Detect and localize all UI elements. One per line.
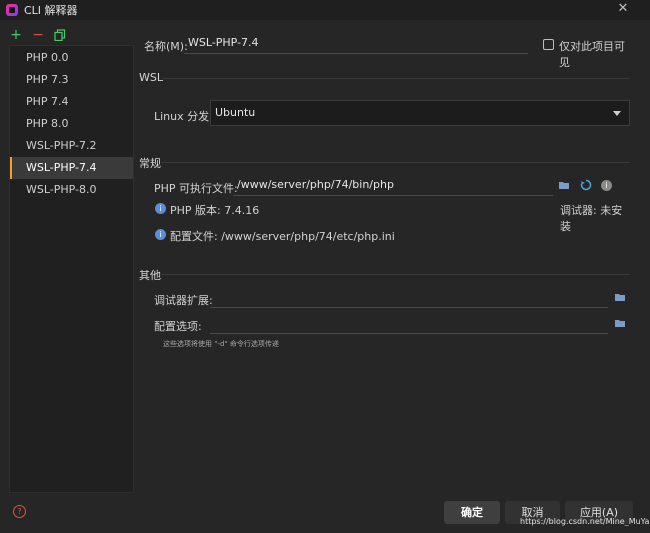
php-version-text: PHP 版本: 7.4.16 <box>170 204 260 217</box>
php-executable-input[interactable]: /www/server/php/74/bin/php <box>233 176 553 196</box>
php-executable-label: PHP 可执行文件: <box>154 182 238 195</box>
name-input[interactable]: WSL-PHP-7.4 <box>184 34 528 54</box>
debugger-extension-label: 调试器扩展: <box>154 294 213 307</box>
config-file-text: 配置文件: /www/server/php/74/etc/php.ini <box>170 230 395 243</box>
distro-select[interactable]: Ubuntu <box>210 100 630 126</box>
folder-icon[interactable] <box>614 317 626 329</box>
config-options-input[interactable] <box>210 314 608 334</box>
interpreter-settings-form: 名称(M): WSL-PHP-7.4 仅对此项目可见 WSL Linux 分发:… <box>138 30 630 500</box>
chevron-down-icon <box>613 111 621 116</box>
interpreter-item[interactable]: WSL-PHP-7.2 <box>10 135 133 157</box>
name-label: 名称(M): <box>144 40 188 53</box>
config-options-label: 配置选项: <box>154 320 202 333</box>
distro-label: Linux 分发: <box>154 110 213 123</box>
dialog-title: CLI 解释器 <box>24 4 78 17</box>
other-section-divider <box>162 274 630 275</box>
info-icon: i <box>155 203 166 214</box>
watermark-text: https://blog.csdn.net/Mine_MuYan <box>520 517 650 526</box>
interpreter-item[interactable]: WSL-PHP-8.0 <box>10 179 133 201</box>
title-bar: CLI 解释器 ✕ <box>0 0 650 20</box>
refresh-icon[interactable] <box>580 179 592 191</box>
wsl-section-title: WSL <box>139 71 163 84</box>
interpreter-item[interactable]: WSL-PHP-7.4 <box>10 157 133 179</box>
interpreter-toolbar: + − <box>10 26 66 44</box>
debugger-status-text: 调试器: 未安装 <box>560 204 623 233</box>
other-section-title: 其他 <box>139 269 161 282</box>
folder-icon[interactable] <box>614 291 626 303</box>
help-icon[interactable]: ? <box>13 505 26 518</box>
interpreter-item[interactable]: PHP 7.4 <box>10 91 133 113</box>
visible-only-checkbox[interactable] <box>543 39 554 50</box>
folder-icon[interactable] <box>558 179 570 191</box>
copy-icon[interactable] <box>54 29 66 41</box>
interpreter-item[interactable]: PHP 7.3 <box>10 69 133 91</box>
interpreter-list: PHP 0.0 PHP 7.3 PHP 7.4 PHP 8.0 WSL-PHP-… <box>9 45 134 493</box>
distro-selected-value: Ubuntu <box>215 106 256 119</box>
interpreter-item[interactable]: PHP 0.0 <box>10 47 133 69</box>
interpreter-item[interactable]: PHP 8.0 <box>10 113 133 135</box>
general-section-title: 常规 <box>139 157 161 170</box>
general-section-divider <box>162 162 630 163</box>
visible-only-label: 仅对此项目可见 <box>559 40 625 69</box>
config-options-hint: 这些选项将使用 "-d" 命令行选项传递 <box>163 340 279 348</box>
ok-button[interactable]: 确定 <box>444 501 500 524</box>
close-button[interactable]: ✕ <box>616 2 630 16</box>
info-icon[interactable]: i <box>601 180 612 191</box>
cli-interpreter-dialog: CLI 解释器 ✕ + − PHP 0.0 PHP 7.3 PHP 7.4 PH… <box>0 0 650 533</box>
wsl-section-divider <box>162 78 630 79</box>
info-icon: i <box>155 229 166 240</box>
add-icon[interactable]: + <box>10 28 22 42</box>
phpstorm-app-icon <box>6 4 18 16</box>
debugger-extension-input[interactable] <box>210 288 608 308</box>
remove-icon[interactable]: − <box>32 28 44 42</box>
